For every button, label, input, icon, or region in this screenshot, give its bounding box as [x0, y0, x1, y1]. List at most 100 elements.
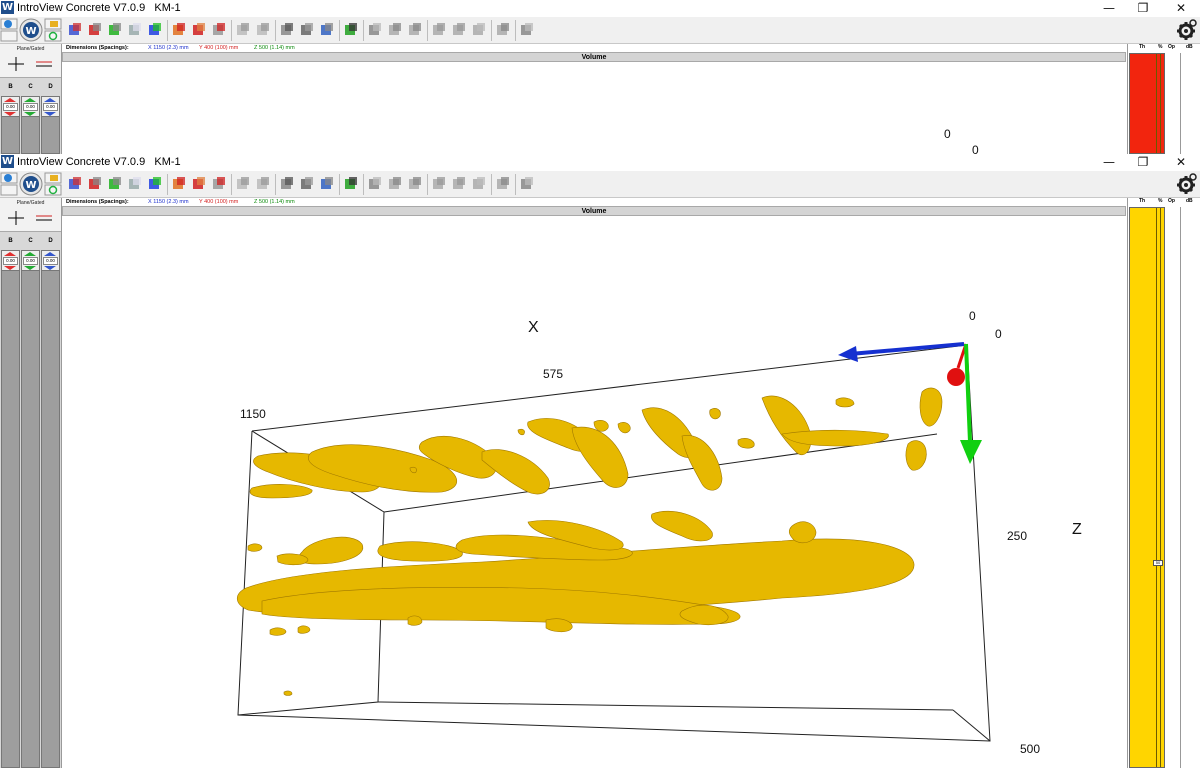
threshold-bar[interactable] — [1129, 53, 1165, 154]
move-gray-icon[interactable] — [450, 20, 468, 40]
decrease-icon[interactable] — [4, 266, 16, 270]
cube-blue-red-icon[interactable] — [66, 174, 84, 194]
frame-icon[interactable] — [234, 174, 252, 194]
threshold-bar[interactable] — [1129, 207, 1165, 768]
toolbar-separator — [491, 20, 492, 41]
increase-icon[interactable] — [44, 98, 56, 102]
cube-gray-icon[interactable] — [126, 20, 144, 40]
expand-icon[interactable] — [298, 174, 316, 194]
close-button[interactable]: ✕ — [1166, 0, 1196, 16]
increase-icon[interactable] — [4, 252, 16, 256]
volume-viewport[interactable]: 0 0 — [62, 62, 1126, 154]
points-red-icon[interactable] — [190, 20, 208, 40]
cube-red-icon[interactable] — [86, 174, 104, 194]
frame-arrow-icon[interactable] — [406, 20, 424, 40]
cube-green-icon[interactable] — [106, 174, 124, 194]
square-icon[interactable] — [470, 174, 488, 194]
gate-column-c[interactable]: 0.00 — [21, 250, 40, 768]
decrease-icon[interactable] — [44, 266, 56, 270]
gate-value[interactable]: 0.00 — [23, 257, 38, 265]
dimension-x: X 1150 (2.3) mm — [148, 199, 189, 205]
increase-icon[interactable] — [24, 98, 36, 102]
background-window: W IntroView Concrete V7.0.9 KM-1 — ❐ ✕ W… — [0, 0, 1200, 154]
main-window: W IntroView Concrete V7.0.9 KM-1 — ❐ ✕ W… — [0, 154, 1200, 768]
rebar-blob — [247, 543, 263, 552]
title-bar[interactable]: W IntroView Concrete V7.0.9 KM-1 — ❐ ✕ — [0, 154, 1200, 171]
gate-column-d[interactable]: 0.00 — [41, 250, 60, 768]
gate-column-b[interactable]: 0.00 — [1, 96, 20, 154]
frame-icon[interactable] — [234, 20, 252, 40]
threshold-slider-handle[interactable]: 50 — [1153, 560, 1163, 566]
rebar-blob — [276, 553, 309, 566]
gate-column-d[interactable]: 0.00 — [41, 96, 60, 154]
dimension-z: Z 500 (1.14) mm — [254, 199, 295, 205]
rebar-blob — [269, 627, 287, 636]
restore-button[interactable]: ❐ — [1128, 154, 1158, 170]
gate-value[interactable]: 0.00 — [43, 103, 58, 111]
arrow-right-icon[interactable] — [386, 174, 404, 194]
hand-icon[interactable] — [278, 20, 296, 40]
cube-gray-icon[interactable] — [126, 174, 144, 194]
arrows-icon[interactable] — [366, 20, 384, 40]
scissors-icon[interactable] — [318, 20, 336, 40]
points-icon[interactable] — [170, 20, 188, 40]
restore-button[interactable]: ❐ — [1128, 0, 1158, 16]
points-icon[interactable] — [170, 174, 188, 194]
hand-icon[interactable] — [278, 174, 296, 194]
arrow-right-icon[interactable] — [386, 20, 404, 40]
box-icon[interactable] — [518, 20, 536, 40]
axis-x-label: X — [528, 319, 539, 336]
box-icon[interactable] — [518, 174, 536, 194]
move-gray-icon[interactable] — [450, 174, 468, 194]
ball-icon[interactable] — [210, 20, 228, 40]
ball-icon[interactable] — [210, 174, 228, 194]
arrows-icon[interactable] — [366, 174, 384, 194]
cube-blue-red-icon[interactable] — [66, 20, 84, 40]
minimize-button[interactable]: — — [1094, 154, 1124, 170]
increase-icon[interactable] — [4, 98, 16, 102]
title-bar[interactable]: W IntroView Concrete V7.0.9 KM-1 — ❐ ✕ — [0, 0, 1200, 17]
increase-icon[interactable] — [44, 252, 56, 256]
frame-arrow-icon[interactable] — [406, 174, 424, 194]
minimize-button[interactable]: — — [1094, 0, 1124, 16]
square-icon[interactable] — [470, 20, 488, 40]
gate-value[interactable]: 0.00 — [3, 103, 18, 111]
decrease-icon[interactable] — [24, 266, 36, 270]
axis-origin-zero-b: 0 — [995, 327, 1002, 341]
cube-rgb-icon[interactable] — [146, 20, 164, 40]
axis-tool-icon[interactable] — [342, 20, 360, 40]
gate-value[interactable]: 0.00 — [3, 257, 18, 265]
gate-value[interactable]: 0.00 — [23, 103, 38, 111]
app-icon: W — [1, 155, 14, 168]
frame-gray-icon[interactable] — [254, 20, 272, 40]
threshold-header-3: dB — [1186, 44, 1193, 50]
axis-tool-icon[interactable] — [342, 174, 360, 194]
gate-column-c[interactable]: 0.00 — [21, 96, 40, 154]
brush-icon[interactable] — [494, 174, 512, 194]
settings-gear-icon[interactable] — [1174, 18, 1198, 42]
decrease-icon[interactable] — [24, 112, 36, 116]
dimensions-bar: Dimensions (Spacings): X 1150 (2.3) mm Y… — [62, 198, 1128, 206]
toolbar-separator — [491, 174, 492, 195]
move-icon[interactable] — [430, 174, 448, 194]
gate-column-b[interactable]: 0.00 — [1, 250, 20, 768]
move-icon[interactable] — [430, 20, 448, 40]
dimension-z: Z 500 (1.14) mm — [254, 45, 295, 51]
rebar-blob — [517, 428, 525, 436]
cube-rgb-icon[interactable] — [146, 174, 164, 194]
decrease-icon[interactable] — [4, 112, 16, 116]
cube-green-icon[interactable] — [106, 20, 124, 40]
cube-red-icon[interactable] — [86, 20, 104, 40]
decrease-icon[interactable] — [44, 112, 56, 116]
points-red-icon[interactable] — [190, 174, 208, 194]
frame-gray-icon[interactable] — [254, 174, 272, 194]
volume-viewport[interactable]: X Z 575 1150 0 0 250 500 — [62, 216, 1126, 768]
scissors-icon[interactable] — [318, 174, 336, 194]
close-button[interactable]: ✕ — [1166, 154, 1196, 170]
threshold-header-0: Th — [1139, 44, 1146, 50]
increase-icon[interactable] — [24, 252, 36, 256]
gate-value[interactable]: 0.00 — [43, 257, 58, 265]
expand-icon[interactable] — [298, 20, 316, 40]
settings-gear-icon[interactable] — [1174, 172, 1198, 196]
brush-icon[interactable] — [494, 20, 512, 40]
